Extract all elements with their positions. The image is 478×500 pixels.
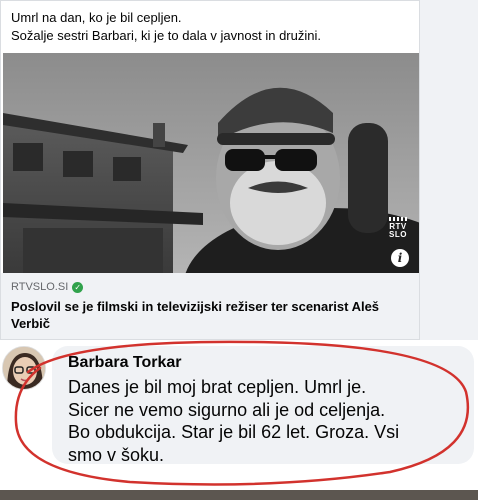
portrait-photo <box>3 53 419 273</box>
comment-line-2: Sicer ne vemo sigurno ali je od celjenja… <box>68 399 386 420</box>
comment-line-3: Bo obdukcija. Star je bil 62 let. Groza.… <box>68 422 400 442</box>
post-text-line-1: Umrl na dan, ko je bil cepljen. <box>11 10 182 25</box>
comment-text: Danes je bil moj brat cepljen. Umrl je. … <box>68 376 468 466</box>
link-title[interactable]: Poslovil se je filmski in televizijski r… <box>11 298 411 332</box>
avatar-image <box>3 347 45 389</box>
verified-icon: ✓ <box>72 281 84 293</box>
post-text: Umrl na dan, ko je bil cepljen. Sožalje … <box>11 9 411 45</box>
link-preview-meta[interactable]: RTVSLO.SI ✓ Poslovil se je filmski in te… <box>1 273 419 339</box>
post-card: Umrl na dan, ko je bil cepljen. Sožalje … <box>0 0 420 340</box>
comment-section: Barbara Torkar Danes je bil moj brat cep… <box>0 340 478 500</box>
comment-line-1: Danes je bil moj brat cepljen. Umrl je. <box>68 377 367 397</box>
avatar[interactable] <box>2 346 46 390</box>
link-domain-label: RTVSLO.SI <box>11 281 69 293</box>
post-text-line-2: Sožalje sestri Barbari, ki je to dala v … <box>11 28 321 43</box>
comment-author[interactable]: Barbara Torkar <box>68 354 182 372</box>
rtv-slo-logo: RTV SLO <box>385 217 411 239</box>
link-preview-image[interactable]: RTV SLO i <box>3 53 419 273</box>
comment-bubble: Barbara Torkar Danes je bil moj brat cep… <box>52 346 474 466</box>
link-title-line-2: Verbič <box>11 316 51 331</box>
info-icon[interactable]: i <box>391 249 409 267</box>
next-post-preview <box>0 490 478 500</box>
link-title-line-1: Poslovil se je filmski in televizijski r… <box>11 299 380 314</box>
comment-line-4: smo v šoku. <box>68 444 165 465</box>
link-domain: RTVSLO.SI ✓ <box>11 281 84 293</box>
